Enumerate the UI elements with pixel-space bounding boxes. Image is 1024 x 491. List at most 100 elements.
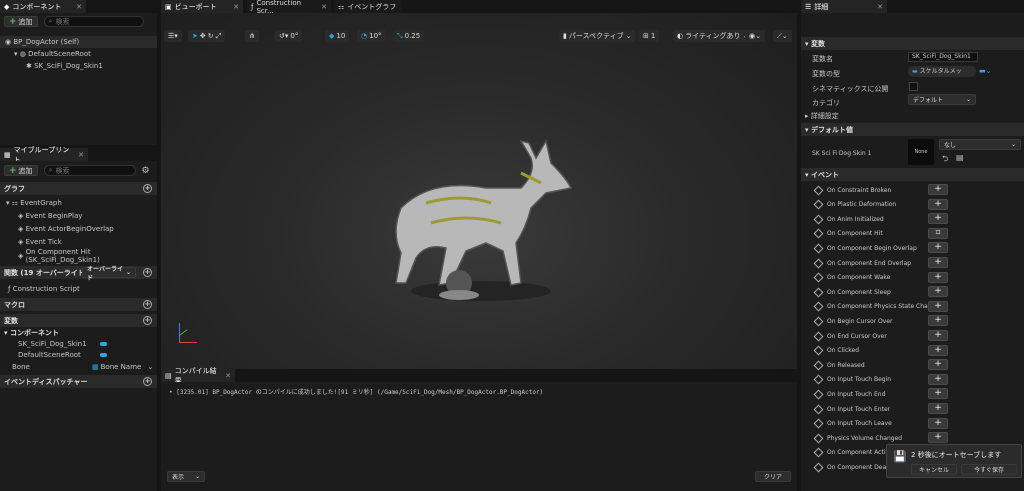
tab-compile-results[interactable]: ▤ コンパイル結果 ✕ [161, 367, 235, 385]
section-functions[interactable]: 関数 (19 オーバーライド可 オーバーライド ⌄ + [0, 266, 157, 282]
tab-viewport[interactable]: ▣ ビューポート ✕ [161, 0, 243, 13]
component-root[interactable]: ◉ BP_DogActor (Self) [0, 36, 157, 48]
variable-item[interactable]: DefaultSceneRoot [0, 349, 157, 361]
add-event-button[interactable]: + [928, 315, 948, 327]
save-now-button[interactable]: 今すぐ保存 [961, 464, 1017, 475]
show-dropdown[interactable]: 表示 ⌄ [167, 471, 205, 482]
var-name-input[interactable]: SK_SciFi_Dog_Skin1 [908, 52, 978, 62]
add-event-button[interactable]: + [928, 242, 948, 254]
event-label: On Anim Initialized [827, 215, 884, 223]
perspective-dropdown[interactable]: ▮ パースペクティブ ⌄ [559, 30, 636, 42]
viewport-options-button[interactable]: ☰▾ [164, 30, 182, 42]
add-event-button[interactable]: + [928, 257, 948, 268]
add-event-button[interactable]: + [928, 388, 948, 400]
component-mesh[interactable]: ✱ SK_SciFi_Dog_Skin1 [0, 60, 157, 72]
section-variable[interactable]: ▾ 変数 [801, 37, 1024, 50]
tab-components[interactable]: ◆ コンポーネント ✕ [0, 0, 86, 13]
section-macros[interactable]: マクロ + [0, 298, 157, 311]
close-icon[interactable]: ✕ [225, 372, 231, 380]
container-type-dropdown[interactable]: ▬⌄ [979, 67, 991, 75]
event-item[interactable]: ◈ On Component Hit (SK_SciFi_Dog_Skin1) [0, 248, 157, 264]
add-component-button[interactable]: + 追加 [4, 16, 38, 27]
grid-snap[interactable]: ◆ 10 [325, 30, 350, 42]
event-label: On Component Sleep [827, 288, 891, 296]
angle-snap-icon: ◔ [361, 32, 368, 40]
var-type-dropdown[interactable]: ▬ スケルタルメッ [908, 66, 976, 77]
tab-details[interactable]: ☰ 詳細 ✕ [801, 0, 887, 13]
add-event-button[interactable]: + [928, 373, 948, 385]
event-item[interactable]: ◈ Event BeginPlay [0, 210, 157, 222]
blueprint-search-input[interactable]: ⌕ 検索 [43, 165, 136, 176]
gear-icon[interactable]: ⚙ [142, 166, 150, 176]
layout-button[interactable]: ⊞ 1 [639, 30, 660, 42]
close-icon[interactable]: ✕ [233, 3, 239, 11]
add-event-button[interactable]: + [928, 286, 948, 298]
component-scene-root[interactable]: ▾ ◍ DefaultSceneRoot [0, 48, 157, 60]
browse-folder-icon[interactable]: ▤ [956, 153, 964, 162]
angle-snap[interactable]: ◔ 10° [357, 30, 386, 42]
section-graphs[interactable]: グラフ + [0, 182, 157, 195]
add-event-button[interactable]: + [928, 213, 948, 225]
add-event-button[interactable]: + [928, 184, 948, 195]
add-blueprint-item-button[interactable]: + 追加 [4, 165, 38, 176]
coordinate-button[interactable]: ⋔ [245, 30, 259, 42]
section-variables[interactable]: 変数 + [0, 314, 157, 327]
event-label: On Clicked [827, 347, 860, 355]
search-input[interactable]: ⌕ 検索 [43, 16, 144, 27]
advanced-row[interactable]: ▸ 詳細設定 [801, 110, 1024, 122]
category-dropdown[interactable]: デフォルト ⌄ [908, 94, 976, 105]
add-event-button[interactable]: + [928, 330, 948, 341]
add-circle-icon[interactable]: + [143, 268, 152, 277]
section-default-value[interactable]: ▾ デフォルト値 [801, 123, 1024, 136]
construction-script-item[interactable]: ƒ Construction Script [0, 283, 157, 295]
event-icon [813, 404, 824, 414]
section-events[interactable]: ▾ イベント [801, 168, 1024, 181]
scifi-dog-model[interactable] [371, 133, 601, 308]
asset-picker-dropdown[interactable]: なし ⌄ [939, 139, 1021, 150]
close-icon[interactable]: ✕ [78, 151, 84, 159]
add-circle-icon[interactable]: + [143, 184, 152, 193]
add-circle-icon[interactable]: + [143, 316, 152, 325]
event-item[interactable]: ◈ Event ActorBeginOverlap [0, 223, 157, 235]
add-event-button[interactable]: + [928, 432, 948, 444]
add-event-button[interactable]: + [928, 359, 948, 371]
override-dropdown[interactable]: オーバーライド ⌄ [82, 266, 136, 282]
show-dropdown[interactable]: ◉⌄ [745, 30, 765, 42]
cancel-button[interactable]: キャンセル [911, 464, 957, 475]
close-icon[interactable]: ✕ [321, 3, 327, 11]
realtime-button[interactable]: ⟋⌄ [773, 30, 792, 42]
add-circle-icon[interactable]: + [143, 300, 152, 309]
close-icon[interactable]: ✕ [877, 3, 883, 11]
tab-construction-script[interactable]: ƒ Construction Scr... ✕ [247, 0, 331, 15]
rotation-snap[interactable]: ↺▾ 0° [275, 30, 303, 42]
tab-event-graph[interactable]: ⚏ イベントグラフ [334, 0, 402, 13]
tab-my-blueprint[interactable]: ▦ マイブループリント ✕ [0, 146, 88, 164]
asset-thumbnail[interactable]: None [908, 139, 934, 165]
cinematic-checkbox[interactable] [909, 82, 918, 91]
transform-tools[interactable]: ➤ ✥ ↻ ⤢ [188, 30, 226, 42]
scale-snap[interactable]: ⤡ 0.25 [393, 30, 425, 42]
add-event-button[interactable]: + [928, 300, 948, 312]
add-event-button[interactable]: + [928, 417, 948, 429]
clear-button[interactable]: クリア [755, 471, 791, 482]
close-icon[interactable]: ✕ [76, 3, 82, 11]
section-dispatchers[interactable]: イベントディスパッチャー + [0, 375, 157, 388]
add-event-button[interactable]: + [928, 271, 948, 283]
event-row: On Input Touch Begin [803, 373, 1024, 387]
add-event-button[interactable]: + [928, 403, 948, 414]
autosave-notification: 💾 2 秒後にオートセーブします キャンセル 今すぐ保存 [886, 444, 1022, 478]
variable-item[interactable]: Bone ▦ Bone Name ⌄ [0, 361, 157, 373]
add-event-button[interactable]: + [928, 198, 948, 210]
reset-arrow-icon[interactable]: ⮌ [942, 153, 948, 167]
lighting-dropdown[interactable]: ◐ライティングあり⌄ [673, 30, 753, 42]
event-graph-item[interactable]: ▾ ⚏ EventGraph [0, 197, 157, 209]
search-icon: ⌕ [48, 17, 53, 25]
event-item[interactable]: ◈ Event Tick [0, 236, 157, 248]
chevron-down-icon: ⌄ [965, 96, 971, 103]
variable-type[interactable]: ▦ Bone Name ⌄ [92, 363, 153, 371]
move-icon: ✥ [199, 32, 206, 40]
add-event-button[interactable]: + [928, 344, 948, 356]
add-circle-icon[interactable]: + [143, 377, 152, 386]
add-event-button[interactable]: ⌗ [928, 227, 948, 239]
viewport[interactable]: ☰▾ ➤ ✥ ↻ ⤢ ⋔ ↺▾ 0° ◆ 10 ◔ 10° ⤡ 0.25 ▮ パースペクティブ ⌄… [161, 13, 797, 369]
